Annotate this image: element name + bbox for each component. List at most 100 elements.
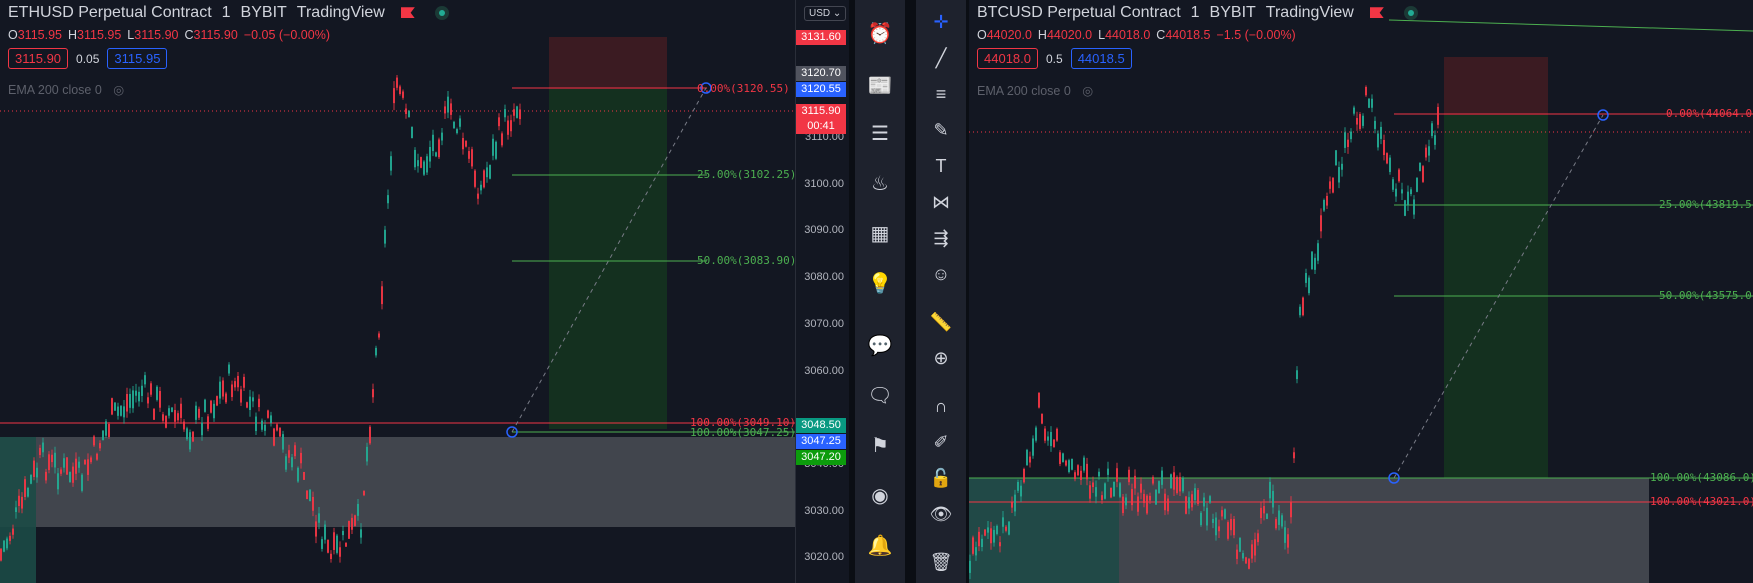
trash-icon[interactable]: 🗑: [925, 546, 957, 578]
hot-icon[interactable]: ♨: [864, 168, 896, 200]
btc-candle: [1005, 526, 1007, 531]
eth-candle: [306, 490, 308, 499]
btc-chart-pane[interactable]: BTCUSD Perpetual Contract 1 BYBIT TradingVi…: [969, 0, 1753, 583]
btc-candle: [1116, 468, 1118, 482]
eth-candle: [468, 151, 470, 159]
btc-candle: [1227, 522, 1229, 539]
eth-candle: [27, 487, 29, 497]
text-icon[interactable]: T: [925, 150, 957, 182]
btc-candle: [1173, 472, 1175, 490]
alarm-clock-icon[interactable]: ⏰: [864, 18, 896, 50]
indicator-label: EMA 200 close 0: [977, 84, 1071, 98]
support-zone-rect: [0, 437, 795, 527]
btc-candle: [1362, 115, 1364, 126]
sell-button[interactable]: 3115.90: [8, 48, 69, 69]
trend-line-icon[interactable]: ╱: [925, 42, 957, 74]
price-tag-high: 3120.70: [796, 66, 846, 81]
notifications-icon[interactable]: 🔔: [864, 530, 896, 562]
interval-label[interactable]: 1: [222, 4, 231, 21]
fib-level-100-b: 100.00%(3047.25): [690, 426, 795, 439]
btc-candle: [1401, 189, 1403, 194]
btc-candle: [1287, 534, 1289, 548]
eth-candle: [501, 133, 503, 146]
btc-candle: [1365, 86, 1367, 96]
indicator-legend[interactable]: EMA 200 close 0 ◎: [8, 82, 124, 97]
btc-candle: [1080, 470, 1082, 480]
btc-candle: [1266, 513, 1268, 519]
flag-icon[interactable]: [1369, 7, 1384, 19]
watchlist-icon[interactable]: ☰: [864, 118, 896, 150]
eth-candle: [300, 452, 302, 464]
quote-boxes: 44018.0 0.5 44018.5: [977, 48, 1132, 69]
btc-candle: [1206, 507, 1208, 526]
btc-candle: [1065, 460, 1067, 466]
interval-label[interactable]: 1: [1191, 4, 1200, 21]
eth-price-axis[interactable]: USD ⌄ 3110.00 3100.00 3090.00 3080.00 3070.0…: [795, 0, 850, 583]
btc-candle: [1047, 436, 1049, 441]
eth-chart-header: ETHUSD Perpetual Contract 1 BYBIT TradingVi…: [8, 4, 449, 22]
eth-chart-pane[interactable]: ETHUSD Perpetual Contract 1 BYBIT TradingVi…: [0, 0, 795, 583]
btc-candle: [1185, 496, 1187, 514]
axis-tick-label: 3060.00: [804, 365, 844, 377]
eth-candle: [240, 389, 242, 403]
brush-icon[interactable]: ✎: [925, 114, 957, 146]
btc-candle: [1404, 200, 1406, 216]
eth-candle: [378, 333, 380, 338]
chats-icon[interactable]: 💬: [864, 330, 896, 362]
fib-tool-icon[interactable]: ≡: [925, 78, 957, 110]
btc-candle: [1278, 510, 1280, 525]
hide-eye-icon[interactable]: ◎: [113, 83, 124, 97]
emoji-icon[interactable]: ☺: [925, 258, 957, 290]
pattern-icon[interactable]: ⋈: [925, 186, 957, 218]
indicator-legend[interactable]: EMA 200 close 0 ◎: [977, 83, 1093, 98]
eth-candle: [267, 410, 269, 418]
btc-candle: [1302, 297, 1304, 316]
btc-candle: [1059, 452, 1061, 464]
eth-candle: [105, 421, 107, 436]
eth-candle: [339, 547, 341, 557]
flag-icon[interactable]: [400, 7, 415, 19]
eth-candle: [195, 405, 197, 420]
btc-candle: [1026, 449, 1028, 466]
symbol-title[interactable]: ETHUSD Perpetual Contract: [8, 4, 212, 21]
sell-button[interactable]: 44018.0: [977, 48, 1038, 69]
signals-icon[interactable]: ⚑: [864, 430, 896, 462]
lock-draw-icon[interactable]: ✐: [925, 426, 957, 458]
change-value: −0.05 (−0.00%): [243, 28, 330, 42]
news-icon[interactable]: 📰: [864, 70, 896, 102]
calendar-icon[interactable]: ▦: [864, 218, 896, 250]
chat-icon[interactable]: 🗨: [864, 380, 896, 412]
crosshair-icon[interactable]: ✛: [925, 6, 957, 38]
hide-eye-icon[interactable]: ◎: [1082, 84, 1093, 98]
buy-button[interactable]: 3115.95: [107, 48, 168, 69]
zoom-in-icon[interactable]: ⊕: [925, 342, 957, 374]
magnet-icon[interactable]: ∩: [925, 390, 957, 422]
btc-candle: [1179, 477, 1181, 492]
ruler-icon[interactable]: 📏: [925, 306, 957, 338]
forecast-icon[interactable]: ⇶: [925, 222, 957, 254]
ideas-icon[interactable]: 💡: [864, 268, 896, 300]
btc-candle: [1320, 215, 1322, 232]
btc-candle: [1113, 481, 1115, 497]
btc-candle: [987, 527, 989, 533]
eth-candle: [183, 421, 185, 430]
btc-candle: [1002, 517, 1004, 527]
eth-candle: [504, 109, 506, 118]
eth-candle: [327, 539, 329, 553]
eth-candle: [465, 140, 467, 147]
eth-candle: [273, 428, 275, 446]
eth-candle: [54, 452, 56, 468]
currency-label: USD: [809, 8, 831, 19]
eye-icon[interactable]: 👁: [925, 498, 957, 530]
eth-candle: [459, 118, 461, 127]
eth-candle: [408, 110, 410, 118]
eth-candle: [42, 442, 44, 453]
btc-candle: [1170, 474, 1172, 489]
currency-select[interactable]: USD ⌄: [804, 6, 847, 21]
stream-icon[interactable]: ◉: [864, 480, 896, 512]
symbol-title[interactable]: BTCUSD Perpetual Contract: [977, 4, 1181, 21]
buy-button[interactable]: 44018.5: [1070, 48, 1132, 69]
eth-candle: [129, 394, 131, 408]
unlock-icon[interactable]: 🔓: [925, 462, 957, 494]
eth-candle: [498, 117, 500, 127]
